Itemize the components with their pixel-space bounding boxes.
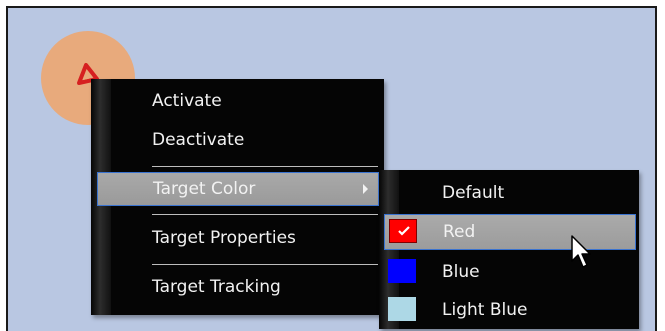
- menu-item-label: Activate: [152, 91, 222, 111]
- menu-item-label: Deactivate: [152, 130, 245, 150]
- color-option-label: Light Blue: [442, 300, 528, 320]
- checkmark-icon: [398, 226, 410, 236]
- menu-item-label: Target Color: [153, 179, 256, 199]
- submenu-arrow-icon: [363, 184, 368, 194]
- color-option-label: Red: [443, 222, 476, 242]
- color-option-red[interactable]: Red: [384, 214, 636, 250]
- color-submenu: Default Red Blue Light Blue: [379, 170, 639, 329]
- color-option-light-blue[interactable]: Light Blue: [379, 292, 639, 328]
- menu-item-target-color[interactable]: Target Color: [97, 172, 379, 206]
- red-swatch: [389, 219, 417, 243]
- menu-item-activate[interactable]: Activate: [91, 84, 384, 118]
- menu-separator: [152, 214, 378, 215]
- color-option-label: Blue: [442, 262, 480, 282]
- context-menu: Activate Deactivate Target Color Target …: [91, 79, 384, 315]
- menu-item-deactivate[interactable]: Deactivate: [91, 123, 384, 157]
- blue-swatch: [388, 259, 416, 283]
- color-option-blue[interactable]: Blue: [379, 254, 639, 290]
- menu-item-target-tracking[interactable]: Target Tracking: [91, 270, 384, 304]
- menu-separator: [152, 166, 378, 167]
- color-option-default[interactable]: Default: [379, 175, 639, 211]
- mouse-pointer-icon: [571, 235, 591, 268]
- menu-separator: [152, 264, 378, 265]
- menu-item-target-properties[interactable]: Target Properties: [91, 221, 384, 255]
- menu-item-label: Target Properties: [152, 228, 296, 248]
- color-option-label: Default: [442, 183, 505, 203]
- menu-item-label: Target Tracking: [152, 277, 281, 297]
- light-blue-swatch: [388, 297, 416, 321]
